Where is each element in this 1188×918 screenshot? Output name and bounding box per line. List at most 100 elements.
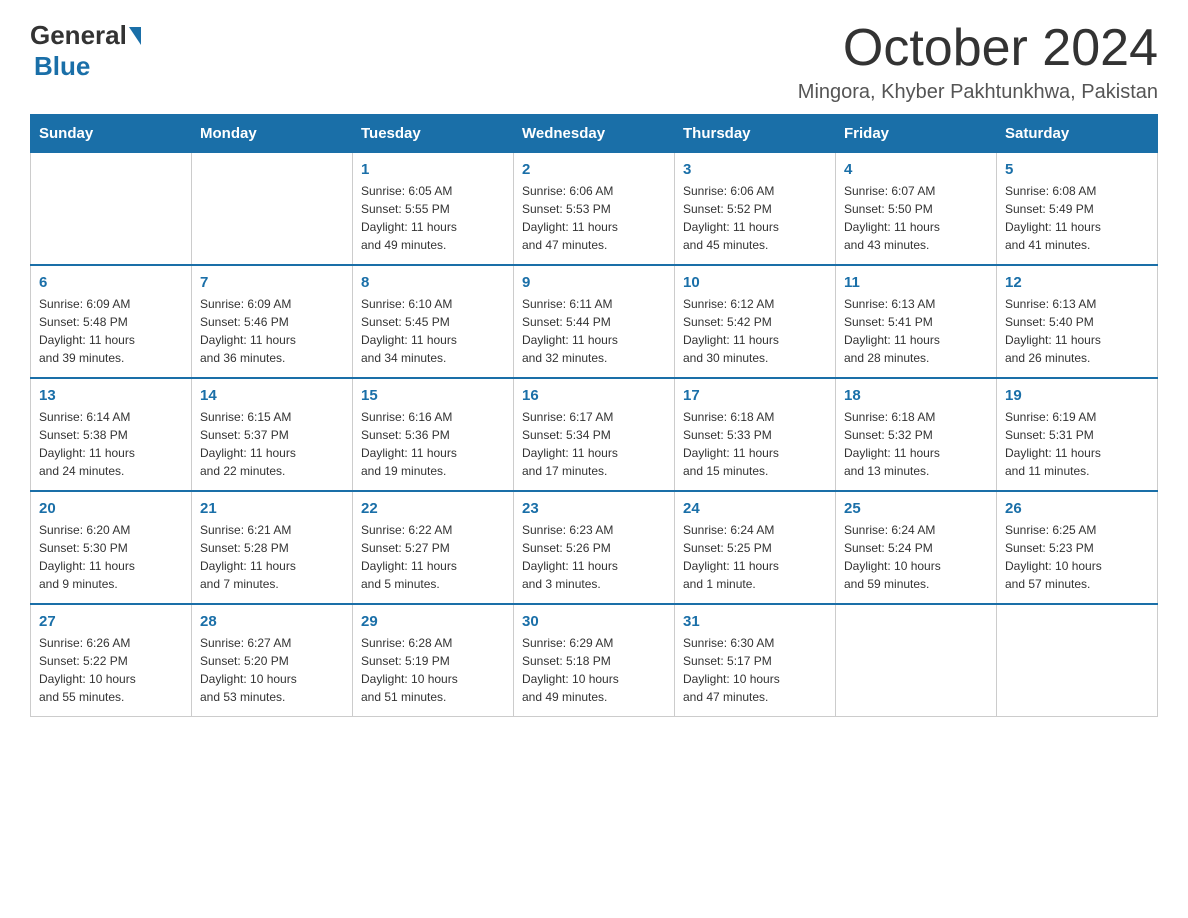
day-info: Sunrise: 6:14 AM Sunset: 5:38 PM Dayligh… bbox=[39, 408, 183, 480]
day-number: 1 bbox=[361, 161, 505, 178]
table-row: 14 Sunrise: 6:15 AM Sunset: 5:37 PM Dayli… bbox=[192, 378, 353, 491]
day-number: 23 bbox=[522, 500, 666, 517]
day-number: 22 bbox=[361, 500, 505, 517]
table-row: 19 Sunrise: 6:19 AM Sunset: 5:31 PM Dayli… bbox=[997, 378, 1158, 491]
table-row: 16 Sunrise: 6:17 AM Sunset: 5:34 PM Dayli… bbox=[514, 378, 675, 491]
month-title: October 2024 bbox=[798, 20, 1158, 77]
day-info: Sunrise: 6:15 AM Sunset: 5:37 PM Dayligh… bbox=[200, 408, 344, 480]
table-row bbox=[192, 153, 353, 266]
calendar-week-row: 20 Sunrise: 6:20 AM Sunset: 5:30 PM Dayli… bbox=[31, 491, 1158, 604]
day-info: Sunrise: 6:26 AM Sunset: 5:22 PM Dayligh… bbox=[39, 634, 183, 706]
day-info: Sunrise: 6:18 AM Sunset: 5:33 PM Dayligh… bbox=[683, 408, 827, 480]
day-number: 13 bbox=[39, 387, 183, 404]
day-info: Sunrise: 6:05 AM Sunset: 5:55 PM Dayligh… bbox=[361, 182, 505, 254]
day-number: 26 bbox=[1005, 500, 1149, 517]
day-number: 29 bbox=[361, 613, 505, 630]
day-info: Sunrise: 6:28 AM Sunset: 5:19 PM Dayligh… bbox=[361, 634, 505, 706]
day-number: 16 bbox=[522, 387, 666, 404]
table-row: 11Sunrise: 6:13 AM Sunset: 5:41 PM Dayli… bbox=[836, 265, 997, 378]
title-section: October 2024 Mingora, Khyber Pakhtunkhwa… bbox=[798, 20, 1158, 104]
day-number: 4 bbox=[844, 161, 988, 178]
calendar-week-row: 27 Sunrise: 6:26 AM Sunset: 5:22 PM Dayli… bbox=[31, 604, 1158, 717]
day-info: Sunrise: 6:20 AM Sunset: 5:30 PM Dayligh… bbox=[39, 521, 183, 593]
table-row: 18 Sunrise: 6:18 AM Sunset: 5:32 PM Dayli… bbox=[836, 378, 997, 491]
day-number: 14 bbox=[200, 387, 344, 404]
table-row: 31 Sunrise: 6:30 AM Sunset: 5:17 PM Dayli… bbox=[675, 604, 836, 717]
day-info: Sunrise: 6:25 AM Sunset: 5:23 PM Dayligh… bbox=[1005, 521, 1149, 593]
table-row: 5 Sunrise: 6:08 AM Sunset: 5:49 PM Daylig… bbox=[997, 153, 1158, 266]
header-sunday: Sunday bbox=[31, 115, 192, 153]
day-number: 3 bbox=[683, 161, 827, 178]
day-info: Sunrise: 6:12 AM Sunset: 5:42 PM Dayligh… bbox=[683, 295, 827, 367]
header: General Blue October 2024 Mingora, Khybe… bbox=[30, 20, 1158, 104]
day-number: 21 bbox=[200, 500, 344, 517]
day-number: 27 bbox=[39, 613, 183, 630]
table-row: 8 Sunrise: 6:10 AM Sunset: 5:45 PM Daylig… bbox=[353, 265, 514, 378]
header-monday: Monday bbox=[192, 115, 353, 153]
day-info: Sunrise: 6:06 AM Sunset: 5:52 PM Dayligh… bbox=[683, 182, 827, 254]
header-thursday: Thursday bbox=[675, 115, 836, 153]
logo-general-text: General bbox=[30, 20, 127, 51]
day-number: 15 bbox=[361, 387, 505, 404]
table-row: 6 Sunrise: 6:09 AM Sunset: 5:48 PM Daylig… bbox=[31, 265, 192, 378]
calendar-week-row: 1 Sunrise: 6:05 AM Sunset: 5:55 PM Daylig… bbox=[31, 153, 1158, 266]
table-row bbox=[997, 604, 1158, 717]
day-number: 12 bbox=[1005, 274, 1149, 291]
header-friday: Friday bbox=[836, 115, 997, 153]
day-number: 2 bbox=[522, 161, 666, 178]
day-number: 9 bbox=[522, 274, 666, 291]
logo-arrow-icon bbox=[129, 27, 141, 45]
table-row: 25 Sunrise: 6:24 AM Sunset: 5:24 PM Dayli… bbox=[836, 491, 997, 604]
day-number: 10 bbox=[683, 274, 827, 291]
day-info: Sunrise: 6:09 AM Sunset: 5:48 PM Dayligh… bbox=[39, 295, 183, 367]
day-number: 7 bbox=[200, 274, 344, 291]
table-row: 20 Sunrise: 6:20 AM Sunset: 5:30 PM Dayli… bbox=[31, 491, 192, 604]
table-row: 13 Sunrise: 6:14 AM Sunset: 5:38 PM Dayli… bbox=[31, 378, 192, 491]
day-info: Sunrise: 6:17 AM Sunset: 5:34 PM Dayligh… bbox=[522, 408, 666, 480]
day-info: Sunrise: 6:13 AM Sunset: 5:41 PM Dayligh… bbox=[844, 295, 988, 367]
day-info: Sunrise: 6:23 AM Sunset: 5:26 PM Dayligh… bbox=[522, 521, 666, 593]
day-number: 5 bbox=[1005, 161, 1149, 178]
table-row: 17 Sunrise: 6:18 AM Sunset: 5:33 PM Dayli… bbox=[675, 378, 836, 491]
table-row: 22 Sunrise: 6:22 AM Sunset: 5:27 PM Dayli… bbox=[353, 491, 514, 604]
table-row: 28Sunrise: 6:27 AM Sunset: 5:20 PM Dayli… bbox=[192, 604, 353, 717]
day-number: 18 bbox=[844, 387, 988, 404]
day-number: 24 bbox=[683, 500, 827, 517]
table-row: 21Sunrise: 6:21 AM Sunset: 5:28 PM Dayli… bbox=[192, 491, 353, 604]
table-row: 9 Sunrise: 6:11 AM Sunset: 5:44 PM Daylig… bbox=[514, 265, 675, 378]
day-info: Sunrise: 6:24 AM Sunset: 5:24 PM Dayligh… bbox=[844, 521, 988, 593]
table-row: 7Sunrise: 6:09 AM Sunset: 5:46 PM Daylig… bbox=[192, 265, 353, 378]
day-info: Sunrise: 6:06 AM Sunset: 5:53 PM Dayligh… bbox=[522, 182, 666, 254]
day-info: Sunrise: 6:27 AM Sunset: 5:20 PM Dayligh… bbox=[200, 634, 344, 706]
table-row: 3 Sunrise: 6:06 AM Sunset: 5:52 PM Daylig… bbox=[675, 153, 836, 266]
day-number: 25 bbox=[844, 500, 988, 517]
table-row: 24Sunrise: 6:24 AM Sunset: 5:25 PM Dayli… bbox=[675, 491, 836, 604]
header-saturday: Saturday bbox=[997, 115, 1158, 153]
day-number: 19 bbox=[1005, 387, 1149, 404]
day-info: Sunrise: 6:10 AM Sunset: 5:45 PM Dayligh… bbox=[361, 295, 505, 367]
day-number: 20 bbox=[39, 500, 183, 517]
day-info: Sunrise: 6:16 AM Sunset: 5:36 PM Dayligh… bbox=[361, 408, 505, 480]
table-row: 1 Sunrise: 6:05 AM Sunset: 5:55 PM Daylig… bbox=[353, 153, 514, 266]
day-info: Sunrise: 6:22 AM Sunset: 5:27 PM Dayligh… bbox=[361, 521, 505, 593]
calendar-week-row: 13 Sunrise: 6:14 AM Sunset: 5:38 PM Dayli… bbox=[31, 378, 1158, 491]
day-number: 8 bbox=[361, 274, 505, 291]
table-row: 10 Sunrise: 6:12 AM Sunset: 5:42 PM Dayli… bbox=[675, 265, 836, 378]
day-info: Sunrise: 6:18 AM Sunset: 5:32 PM Dayligh… bbox=[844, 408, 988, 480]
table-row: 2 Sunrise: 6:06 AM Sunset: 5:53 PM Daylig… bbox=[514, 153, 675, 266]
table-row: 26 Sunrise: 6:25 AM Sunset: 5:23 PM Dayli… bbox=[997, 491, 1158, 604]
day-info: Sunrise: 6:11 AM Sunset: 5:44 PM Dayligh… bbox=[522, 295, 666, 367]
table-row: 15 Sunrise: 6:16 AM Sunset: 5:36 PM Dayli… bbox=[353, 378, 514, 491]
day-number: 31 bbox=[683, 613, 827, 630]
table-row: 27 Sunrise: 6:26 AM Sunset: 5:22 PM Dayli… bbox=[31, 604, 192, 717]
table-row bbox=[836, 604, 997, 717]
header-tuesday: Tuesday bbox=[353, 115, 514, 153]
calendar-table: Sunday Monday Tuesday Wednesday Thursday… bbox=[30, 114, 1158, 717]
table-row: 23 Sunrise: 6:23 AM Sunset: 5:26 PM Dayli… bbox=[514, 491, 675, 604]
day-info: Sunrise: 6:08 AM Sunset: 5:49 PM Dayligh… bbox=[1005, 182, 1149, 254]
day-number: 6 bbox=[39, 274, 183, 291]
day-info: Sunrise: 6:19 AM Sunset: 5:31 PM Dayligh… bbox=[1005, 408, 1149, 480]
day-info: Sunrise: 6:30 AM Sunset: 5:17 PM Dayligh… bbox=[683, 634, 827, 706]
header-wednesday: Wednesday bbox=[514, 115, 675, 153]
day-number: 17 bbox=[683, 387, 827, 404]
